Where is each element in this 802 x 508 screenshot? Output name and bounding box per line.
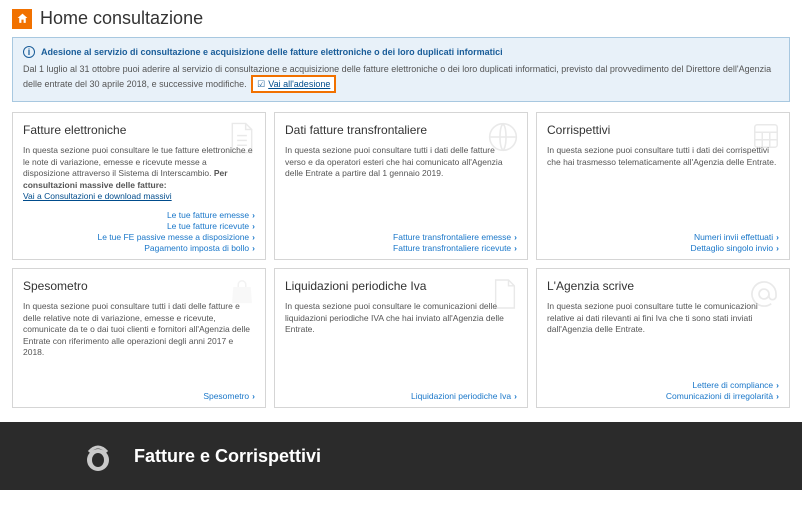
chevron-right-icon: ›: [776, 391, 779, 401]
chevron-right-icon: ›: [776, 232, 779, 242]
card-title: Liquidazioni periodiche Iva: [285, 279, 517, 293]
link-fatture-emesse[interactable]: Le tue fatture emesse›: [167, 210, 255, 220]
bag-icon: [227, 277, 257, 307]
title-row: Home consultazione: [12, 8, 790, 29]
card-links: Lettere di compliance› Comunicazioni di …: [547, 380, 779, 401]
check-icon: ☑: [257, 79, 265, 89]
card-title: L'Agenzia scrive: [547, 279, 779, 293]
info-box: i Adesione al servizio di consultazione …: [12, 37, 790, 102]
card-desc: In questa sezione puoi consultare tutti …: [285, 145, 517, 179]
chevron-right-icon: ›: [514, 391, 517, 401]
footer: Fatture e Corrispettivi: [0, 422, 802, 490]
info-heading-row: i Adesione al servizio di consultazione …: [23, 46, 779, 58]
document-icon: [227, 121, 257, 155]
chevron-right-icon: ›: [252, 243, 255, 253]
home-icon: [12, 9, 32, 29]
info-body: Dal 1 luglio al 31 ottobre puoi aderire …: [23, 63, 779, 93]
adesione-link[interactable]: Vai all'adesione: [268, 79, 330, 89]
link-liquidazioni[interactable]: Liquidazioni periodiche Iva›: [411, 391, 517, 401]
card-links: Le tue fatture emesse› Le tue fatture ri…: [23, 210, 255, 253]
chevron-right-icon: ›: [252, 232, 255, 242]
link-fe-passive[interactable]: Le tue FE passive messe a disposizione›: [97, 232, 255, 242]
info-heading: Adesione al servizio di consultazione e …: [41, 46, 503, 58]
info-icon: i: [23, 46, 35, 58]
card-title: Corrispettivi: [547, 123, 779, 137]
chevron-right-icon: ›: [252, 391, 255, 401]
chevron-right-icon: ›: [776, 380, 779, 390]
card-desc: In questa sezione puoi consultare tutti …: [23, 301, 255, 358]
at-icon: [747, 277, 781, 311]
card-desc: In questa sezione puoi consultare le tue…: [23, 145, 255, 202]
footer-title: Fatture e Corrispettivi: [134, 446, 321, 467]
link-fatture-ricevute[interactable]: Le tue fatture ricevute›: [167, 221, 255, 231]
card-links: Spesometro›: [23, 391, 255, 401]
chevron-right-icon: ›: [252, 221, 255, 231]
cards-grid: Fatture elettroniche In questa sezione p…: [12, 112, 790, 408]
card-transfrontaliere: Dati fatture transfrontaliere In questa …: [274, 112, 528, 260]
card-links: Liquidazioni periodiche Iva›: [285, 391, 517, 401]
chevron-right-icon: ›: [514, 243, 517, 253]
card-desc: In questa sezione puoi consultare tutti …: [547, 145, 779, 168]
globe-icon: [487, 121, 519, 153]
massive-download-link[interactable]: Vai a Consultazioni e download massivi: [23, 191, 172, 201]
link-dettaglio-invio[interactable]: Dettaglio singolo invio›: [690, 243, 779, 253]
chevron-right-icon: ›: [514, 232, 517, 242]
info-body-text: Dal 1 luglio al 31 ottobre puoi aderire …: [23, 64, 771, 89]
card-liquidazioni: Liquidazioni periodiche Iva In questa se…: [274, 268, 528, 408]
page-icon: [491, 277, 519, 311]
calculator-icon: [751, 121, 781, 151]
card-corrispettivi: Corrispettivi In questa sezione puoi con…: [536, 112, 790, 260]
card-title: Dati fatture transfrontaliere: [285, 123, 517, 137]
card-agenzia-scrive: L'Agenzia scrive In questa sezione puoi …: [536, 268, 790, 408]
card-links: Fatture transfrontaliere emesse› Fatture…: [285, 232, 517, 253]
page-title: Home consultazione: [40, 8, 203, 29]
footer-logo-icon: [80, 438, 116, 474]
link-imposta-bollo[interactable]: Pagamento imposta di bollo›: [144, 243, 255, 253]
card-desc: In questa sezione puoi consultare le com…: [285, 301, 517, 335]
chevron-right-icon: ›: [252, 210, 255, 220]
adesione-link-box: ☑Vai all'adesione: [251, 75, 336, 93]
link-irregolarita[interactable]: Comunicazioni di irregolarità›: [666, 391, 779, 401]
link-trans-emesse[interactable]: Fatture transfrontaliere emesse›: [393, 232, 517, 242]
card-title: Spesometro: [23, 279, 255, 293]
card-title: Fatture elettroniche: [23, 123, 255, 137]
chevron-right-icon: ›: [776, 243, 779, 253]
card-fatture-elettroniche: Fatture elettroniche In questa sezione p…: [12, 112, 266, 260]
card-links: Numeri invii effettuati› Dettaglio singo…: [547, 232, 779, 253]
link-trans-ricevute[interactable]: Fatture transfrontaliere ricevute›: [393, 243, 517, 253]
card-spesometro: Spesometro In questa sezione puoi consul…: [12, 268, 266, 408]
link-compliance[interactable]: Lettere di compliance›: [692, 380, 779, 390]
link-spesometro[interactable]: Spesometro›: [203, 391, 255, 401]
card-desc: In questa sezione puoi consultare tutte …: [547, 301, 779, 335]
link-numeri-invii[interactable]: Numeri invii effettuati›: [694, 232, 779, 242]
